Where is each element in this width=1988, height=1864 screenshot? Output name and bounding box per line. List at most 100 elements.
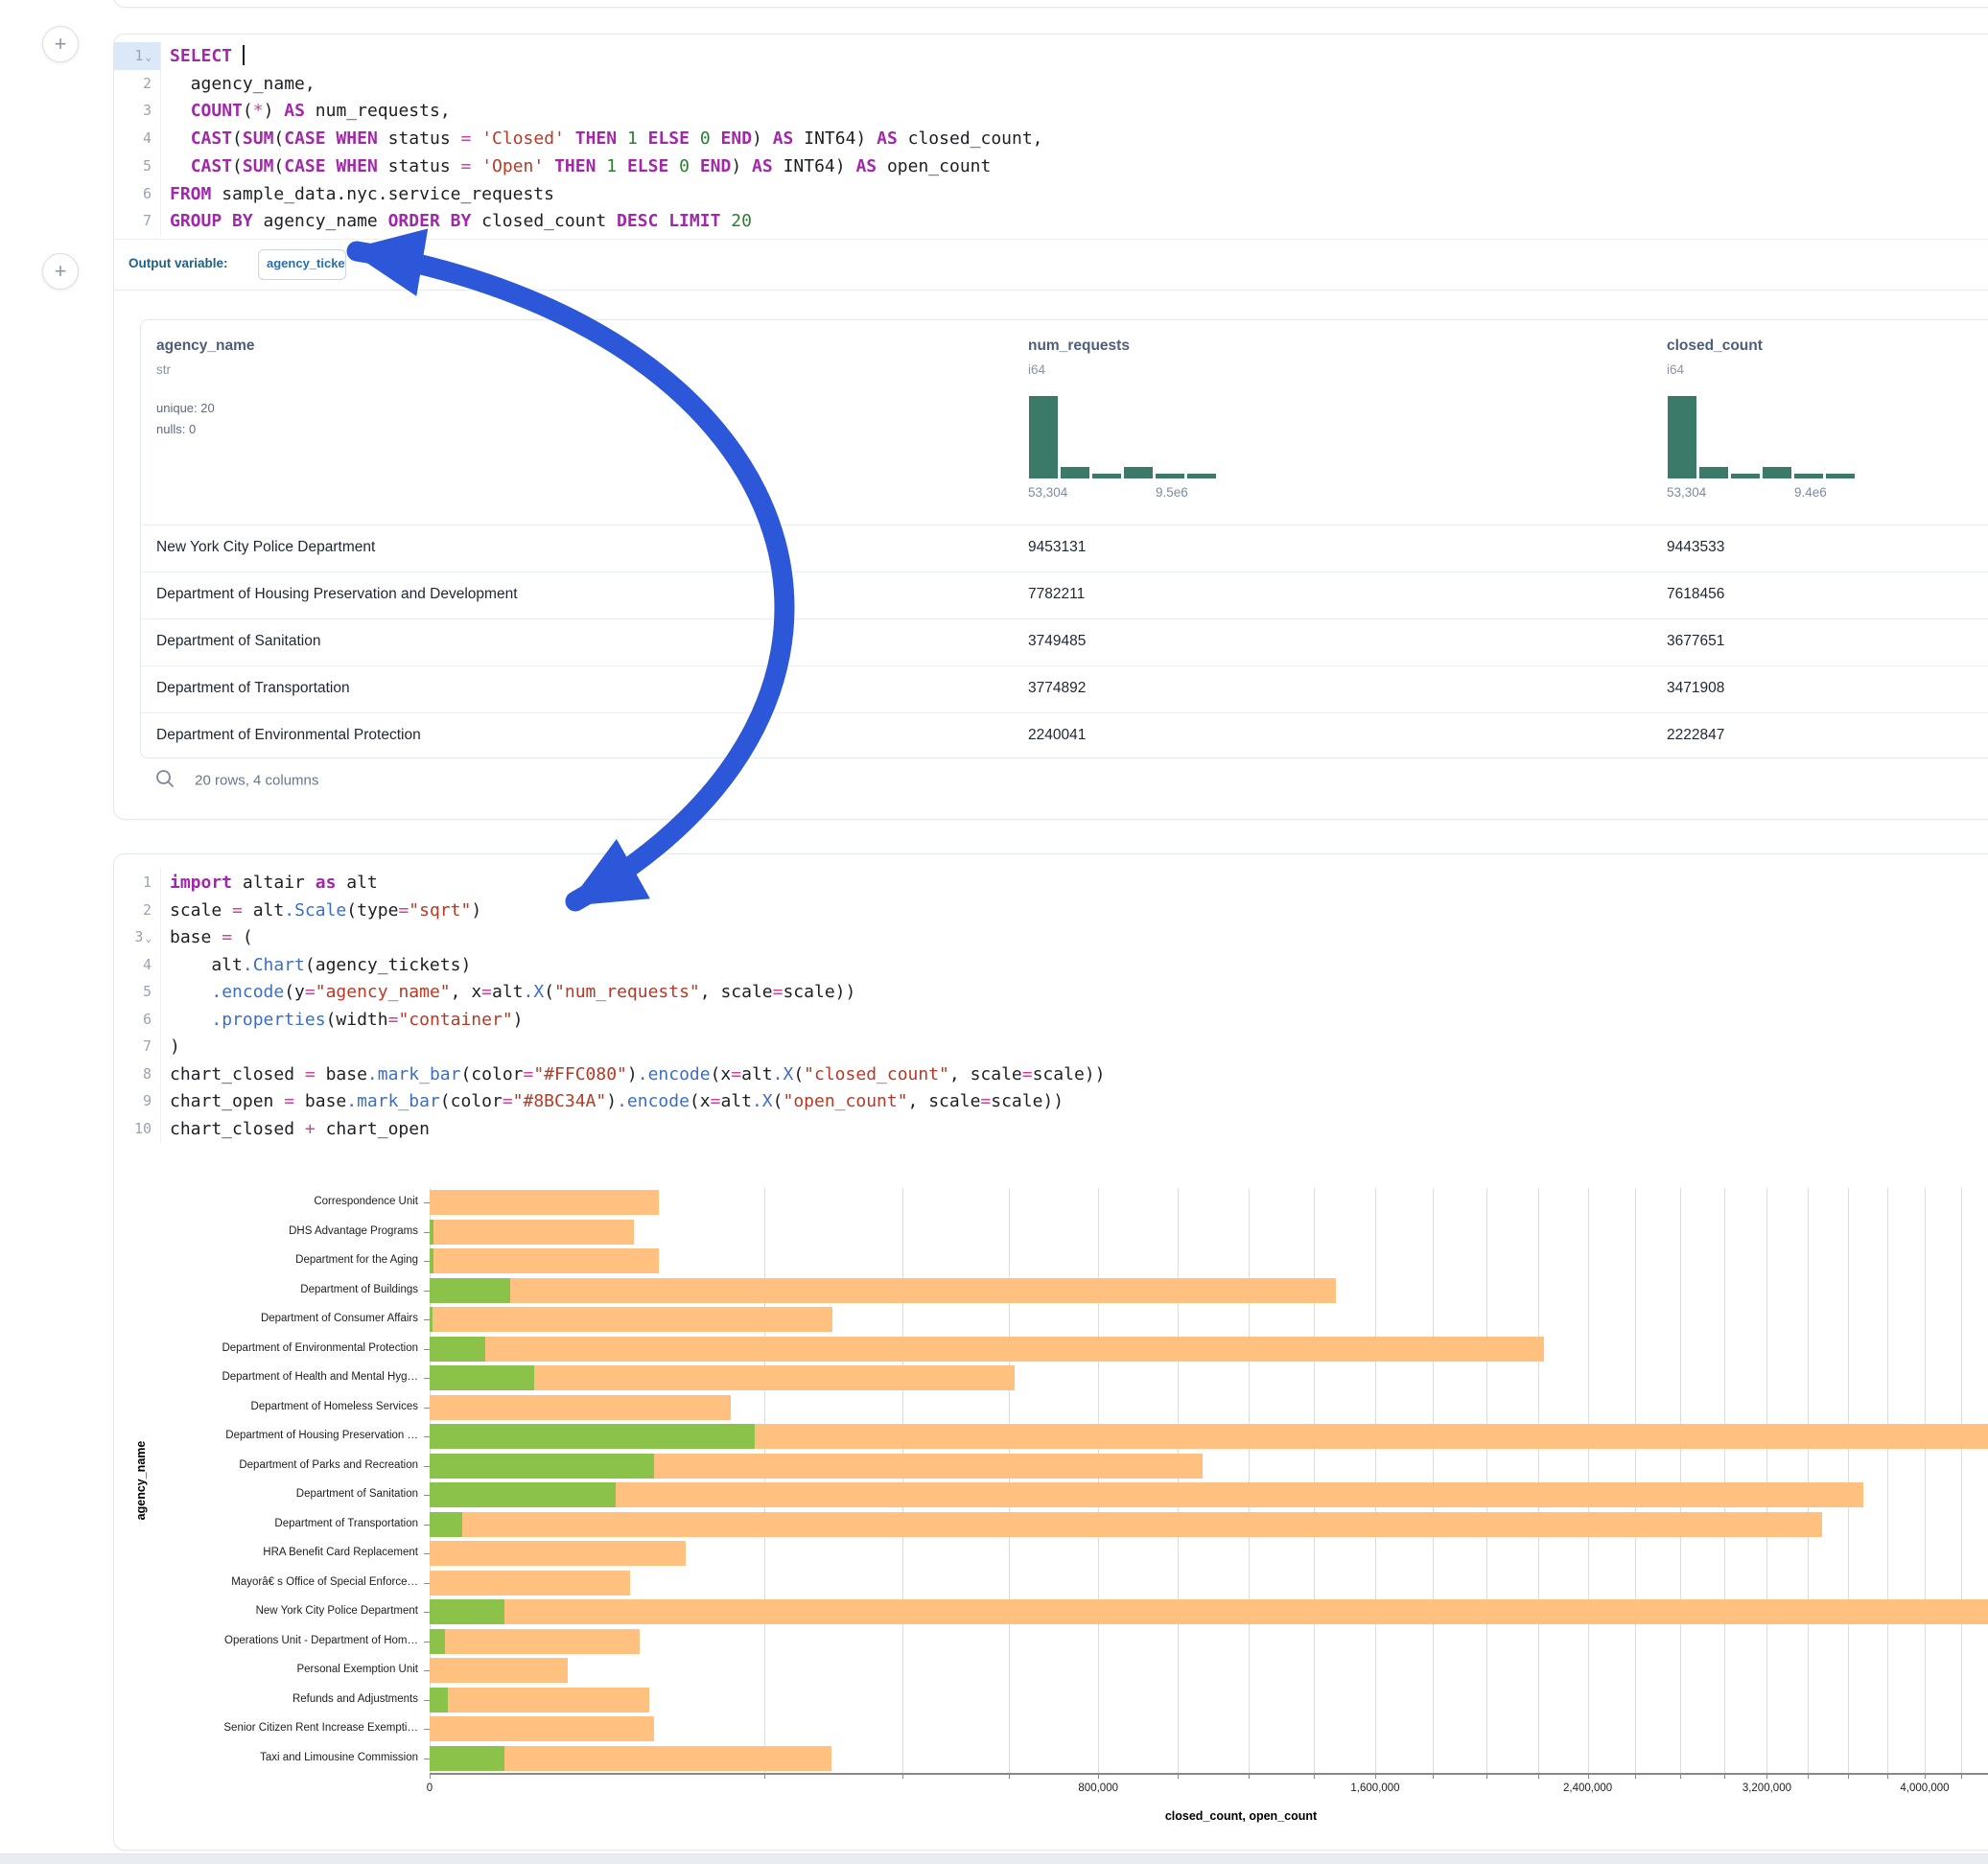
python-code-editor[interactable]: 1import altair as alt2scale = alt.Scale(… — [114, 869, 1988, 1143]
gridline — [1635, 1188, 1636, 1773]
line-number[interactable]: 1⌄ — [114, 42, 160, 70]
x-axis-line — [430, 1773, 1988, 1775]
column-type: str — [156, 362, 171, 377]
y-axis-title: agency_name — [134, 1441, 148, 1521]
code-line[interactable]: 8chart_closed = base.mark_bar(color="#FF… — [114, 1060, 1988, 1088]
code-text: alt.Chart(agency_tickets) — [170, 951, 471, 979]
code-line[interactable]: 7) — [114, 1033, 1988, 1060]
code-line[interactable]: 3⌄ base = ( — [114, 923, 1988, 951]
table-row[interactable]: Department of Sanitation37494853677651 — [141, 618, 1988, 665]
table-row-count: 20 rows, 4 columns — [195, 773, 318, 789]
open-count-bar — [430, 1512, 462, 1537]
gridline — [1178, 1188, 1179, 1773]
code-text: COUNT(*) AS num_requests, — [170, 97, 451, 125]
code-text: GROUP BY agency_name ORDER BY closed_cou… — [170, 207, 752, 235]
histogram-bar — [1698, 466, 1729, 479]
code-line[interactable]: 5 CAST(SUM(CASE WHEN status = 'Open' THE… — [114, 152, 1988, 180]
code-line[interactable]: 1⌄ SELECT — [114, 42, 1988, 70]
closed-count-bar — [430, 1512, 1822, 1537]
y-axis-category-label: Correspondence Unit — [114, 1196, 418, 1207]
line-number: 7 — [114, 207, 160, 235]
table-row[interactable]: New York City Police Department945313194… — [141, 524, 1988, 571]
closed-count-bar — [430, 1571, 630, 1596]
line-number: 1 — [114, 869, 160, 897]
column-type: i64 — [1028, 362, 1045, 377]
x-axis-tick-label: 0 — [427, 1782, 433, 1794]
code-line[interactable]: 5 .encode(y="agency_name", x=alt.X("num_… — [114, 978, 1988, 1006]
code-line[interactable]: 2scale = alt.Scale(type="sqrt") — [114, 897, 1988, 924]
code-line[interactable]: 1import altair as alt — [114, 869, 1988, 897]
code-text: SELECT — [170, 42, 245, 70]
table-cell: 9443533 — [1667, 539, 1724, 556]
line-number: 9 — [114, 1087, 160, 1115]
code-line[interactable]: 4 alt.Chart(agency_tickets) — [114, 951, 1988, 979]
search-icon[interactable] — [154, 768, 175, 793]
line-number: 6 — [114, 1006, 160, 1034]
python-cell: 1import altair as alt2scale = alt.Scale(… — [113, 853, 1988, 1851]
sql-code-editor[interactable]: 1⌄ SELECT 2 agency_name,3 COUNT(*) AS num… — [114, 42, 1988, 237]
table-cell: Department of Environmental Protection — [156, 727, 421, 744]
y-axis-category-label: Operations Unit - Department of Hom… — [114, 1635, 418, 1646]
table-cell: 7782211 — [1028, 586, 1085, 603]
x-axis-tick-label: 800,000 — [1078, 1782, 1118, 1794]
column-stat: nulls: 0 — [156, 422, 196, 436]
code-line[interactable]: 10 chart_closed + chart_open — [114, 1115, 1988, 1143]
gridline — [902, 1188, 903, 1773]
table-row[interactable]: Department of Transportation377489234719… — [141, 665, 1988, 712]
histogram-bar — [1123, 466, 1154, 479]
code-text: chart_open = base.mark_bar(color="#8BC34… — [170, 1087, 1064, 1115]
code-line[interactable]: 9 chart_open = base.mark_bar(color="#8BC3… — [114, 1087, 1988, 1115]
column-histogram — [1667, 395, 1859, 479]
line-number: 2 — [114, 70, 160, 98]
line-number[interactable]: 3⌄ — [114, 923, 160, 951]
open-count-bar — [430, 1599, 504, 1624]
line-number: 5 — [114, 152, 160, 180]
code-line[interactable]: 6 .properties(width="container") — [114, 1006, 1988, 1034]
histogram-min-label: 53,304 — [1028, 485, 1067, 500]
histogram-bar — [1091, 473, 1122, 479]
histogram-max-label: 9.5e6 — [1156, 485, 1188, 500]
gridline — [1433, 1188, 1434, 1773]
gridline — [1009, 1188, 1010, 1773]
code-line[interactable]: 2 agency_name, — [114, 70, 1988, 98]
closed-count-bar — [430, 1716, 654, 1741]
line-number: 10 — [114, 1115, 160, 1143]
line-number: 6 — [114, 180, 160, 208]
code-text: chart_closed + chart_open — [170, 1115, 430, 1143]
column-stat: unique: 20 — [156, 401, 215, 415]
table-cell: 3774892 — [1028, 680, 1086, 697]
output-variable-chip[interactable]: agency_tickets — [258, 249, 346, 280]
column-header[interactable]: closed_count — [1667, 338, 1763, 355]
histogram-bar — [1060, 466, 1090, 479]
text-cursor — [243, 45, 245, 65]
histogram-bar — [1155, 473, 1185, 479]
results-table: agency_namestr unique: 20 nulls: 0 num_requ… — [140, 319, 1988, 758]
add-cell-button-top[interactable]: + — [42, 26, 79, 62]
code-line[interactable]: 3 COUNT(*) AS num_requests, — [114, 97, 1988, 125]
table-row[interactable]: Department of Housing Preservation and D… — [141, 571, 1988, 618]
table-cell: 7618456 — [1667, 586, 1724, 603]
gridline — [764, 1188, 765, 1773]
altair-bar-chart: 0800,0001,600,0002,400,0003,200,0004,000… — [114, 1143, 1988, 1852]
add-cell-button-middle[interactable]: + — [42, 253, 79, 290]
open-count-bar — [430, 1746, 504, 1771]
gridline — [1314, 1188, 1315, 1773]
table-row[interactable]: Department of Environmental Protection22… — [141, 712, 1988, 758]
histogram-bar — [1730, 473, 1761, 479]
column-header[interactable]: num_requests — [1028, 338, 1130, 355]
column-header[interactable]: agency_name — [156, 338, 255, 355]
y-axis-category-label: Department of Consumer Affairs — [114, 1313, 418, 1324]
closed-count-bar — [430, 1278, 1336, 1303]
y-axis-category-label: Mayorâ€ s Office of Special Enforce… — [114, 1576, 418, 1588]
line-number: 4 — [114, 125, 160, 152]
code-text: scale = alt.Scale(type="sqrt") — [170, 897, 481, 924]
histogram-bar — [1762, 466, 1792, 479]
gridline — [1724, 1188, 1725, 1773]
code-text: base = ( — [170, 923, 253, 951]
open-count-bar — [430, 1688, 448, 1713]
code-line[interactable]: 7 GROUP BY agency_name ORDER BY closed_co… — [114, 207, 1988, 235]
code-line[interactable]: 4 CAST(SUM(CASE WHEN status = 'Closed' T… — [114, 125, 1988, 152]
y-axis-category-label: HRA Benefit Card Replacement — [114, 1547, 418, 1558]
code-line[interactable]: 6FROM sample_data.nyc.service_requests — [114, 180, 1988, 208]
gridline — [1961, 1188, 1962, 1773]
